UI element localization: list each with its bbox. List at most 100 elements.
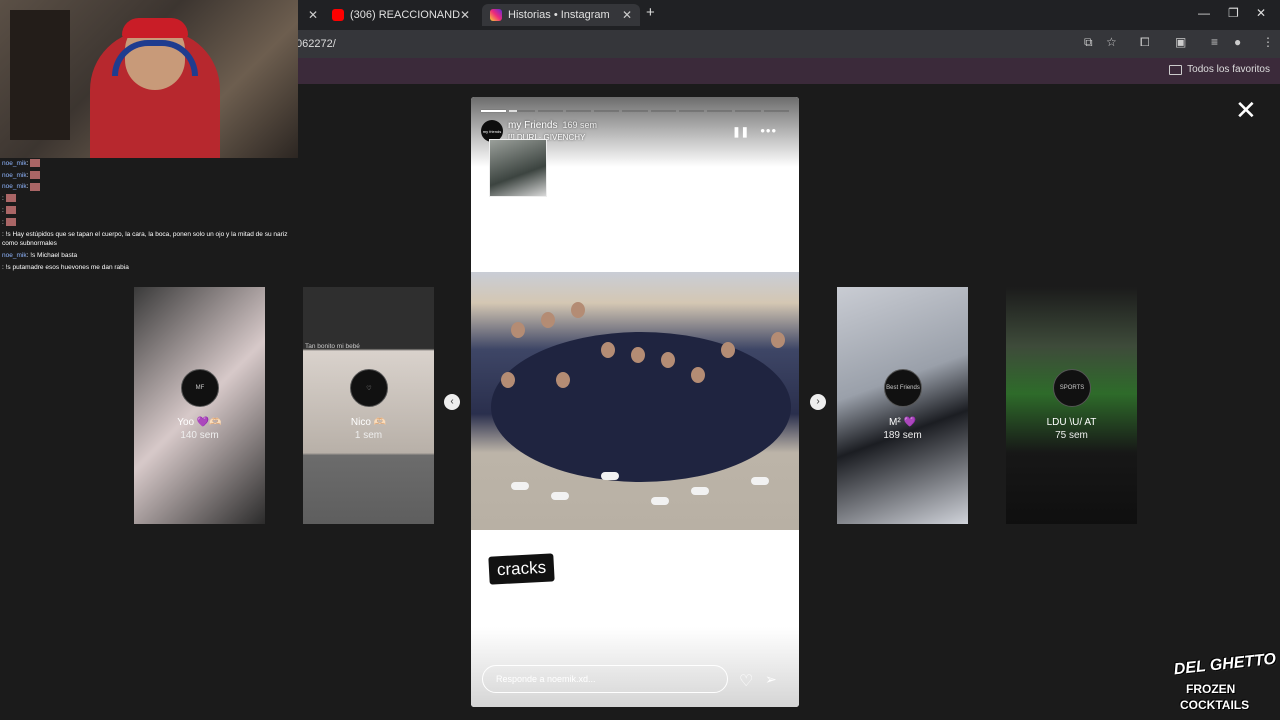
chat-message: : — [0, 205, 298, 217]
emote-icon — [5, 194, 16, 203]
more-options-icon[interactable]: ••• — [760, 123, 777, 138]
progress-segment — [509, 110, 535, 112]
story-time: 75 sem — [1055, 430, 1088, 441]
story-card-yoo[interactable]: MF Yoo 💜🫶🏻 140 sem — [134, 287, 265, 524]
all-bookmarks-folder[interactable]: Todos los favoritos — [1169, 64, 1270, 75]
progress-segment — [622, 110, 648, 112]
close-icon[interactable]: ✕ — [622, 8, 632, 22]
story-card-nico[interactable]: Tan bonito mi bebé ♡ Nico 🫶🏻 1 sem — [303, 287, 434, 524]
streamer-hat — [122, 18, 188, 38]
face — [631, 347, 645, 363]
face — [511, 322, 525, 338]
chat-message: : — [0, 193, 298, 205]
progress-segment — [707, 110, 733, 112]
story-time: 1 sem — [354, 430, 383, 441]
story-username: Yoo 💜🫶🏻 — [177, 417, 222, 428]
menu-icon[interactable]: ⋮ — [1262, 35, 1274, 49]
address-bar[interactable]: 062272/ — [296, 34, 1066, 54]
story-avatar: SPORTS — [1053, 369, 1091, 407]
sponsor-logo: DEL GHETTO FROZEN COCKTAILS — [1173, 650, 1277, 712]
face — [541, 312, 555, 328]
folder-icon — [1169, 64, 1183, 75]
reply-input[interactable]: Responde a noemik.xd... — [482, 665, 728, 693]
extensions-icon[interactable]: ⧠ — [1140, 35, 1150, 50]
heart-icon[interactable]: ♡ — [739, 671, 753, 691]
sneaker — [651, 497, 669, 505]
close-icon[interactable]: ✕ — [308, 8, 318, 22]
minimize-icon[interactable]: — — [1198, 6, 1210, 20]
story-avatar: ♡ — [350, 369, 388, 407]
story-avatar: MF — [181, 369, 219, 407]
emote-icon — [30, 182, 41, 191]
story-progress-bar — [481, 110, 789, 112]
story-time: 169 sem — [562, 120, 597, 130]
story-username: M² 💜 — [889, 417, 916, 428]
sidepanel-icon[interactable]: ▣ — [1175, 35, 1186, 49]
chat-message: : !s putamadre esos huevones me dan rabi… — [2, 263, 129, 271]
face — [661, 352, 675, 368]
story-username[interactable]: my Friends — [508, 120, 557, 131]
emote-icon — [5, 206, 16, 215]
close-icon[interactable]: ✕ — [460, 8, 470, 22]
tab-title: Historias • Instagram — [508, 9, 610, 21]
tab-title: (306) REACCIONANDO A LA TI — [350, 9, 460, 21]
story-owner[interactable]: my Friends 169 sem — [508, 120, 597, 131]
install-icon[interactable]: ⧉ — [1084, 35, 1093, 50]
emote-icon — [30, 170, 41, 179]
progress-segment — [565, 110, 592, 112]
story-photo-sticker — [489, 139, 547, 197]
progress-segment — [481, 110, 507, 112]
media-icon[interactable]: ≡ — [1211, 35, 1218, 49]
webcam-overlay — [0, 0, 298, 158]
story-time: 140 sem — [180, 430, 219, 441]
tab-close-partial[interactable]: ✕ — [300, 4, 322, 26]
face — [721, 342, 735, 358]
face — [571, 302, 585, 318]
window-close-icon[interactable]: ✕ — [1256, 6, 1266, 20]
sneaker — [751, 477, 769, 485]
face — [501, 372, 515, 388]
progress-segment — [763, 110, 789, 112]
face — [601, 342, 615, 358]
send-icon[interactable]: ➢ — [765, 671, 777, 688]
story-avatar: Best Friends — [884, 369, 922, 407]
folder-label: Todos los favoritos — [1187, 64, 1270, 75]
story-time: 189 sem — [883, 430, 922, 441]
chat-message: noe_mik: !s Michael basta — [2, 252, 78, 260]
tab-instagram[interactable]: Historias • Instagram ✕ — [482, 4, 640, 26]
emote-icon — [30, 159, 41, 168]
sneaker — [511, 482, 529, 490]
emote-icon — [5, 217, 16, 226]
progress-segment — [594, 110, 620, 112]
star-icon[interactable]: ☆ — [1106, 35, 1117, 49]
chat-message: : — [0, 217, 298, 229]
profile-icon[interactable]: ● — [1234, 35, 1241, 49]
face — [771, 332, 785, 348]
close-stories-button[interactable]: ✕ — [1235, 97, 1257, 123]
pause-icon[interactable]: ❚❚ — [732, 127, 749, 138]
tab-youtube[interactable]: (306) REACCIONANDO A LA TI ✕ — [324, 4, 478, 26]
instagram-icon — [490, 9, 502, 21]
story-group-photo — [471, 272, 799, 530]
youtube-icon — [332, 9, 344, 21]
sneaker — [551, 492, 569, 500]
chat-message: noe_mik: — [0, 158, 298, 170]
new-tab-button[interactable]: + — [646, 4, 655, 21]
progress-segment — [678, 110, 705, 112]
active-story[interactable]: my friends my Friends 169 sem [!] DURI · … — [471, 97, 799, 707]
story-username: LDU \U/ AT — [1046, 417, 1097, 428]
webcam-background — [10, 10, 70, 140]
face — [556, 372, 570, 388]
story-caption: Tan bonito mi bebé — [305, 343, 360, 350]
chat-message: noe_mik: — [0, 181, 298, 193]
next-story-button[interactable]: › — [810, 394, 826, 410]
stream-chat: noe_mik: noe_mik: noe_mik: : : : : !s Ha… — [0, 158, 298, 273]
progress-segment — [537, 110, 563, 112]
story-card-m2[interactable]: Best Friends M² 💜 189 sem — [837, 287, 968, 524]
restore-icon[interactable]: ❐ — [1228, 6, 1239, 20]
progress-segment — [650, 110, 676, 112]
progress-segment — [735, 110, 761, 112]
previous-story-button[interactable]: ‹ — [444, 394, 460, 410]
sneaker — [691, 487, 709, 495]
story-card-ldu[interactable]: SPORTS LDU \U/ AT 75 sem — [1006, 287, 1137, 524]
